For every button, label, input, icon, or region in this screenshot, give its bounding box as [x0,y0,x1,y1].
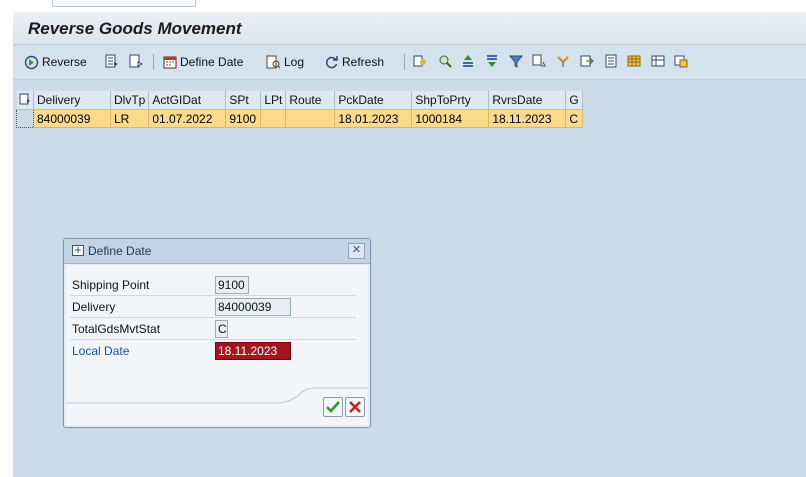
local-date-field[interactable]: 18.11.2023 [215,342,291,360]
log-icon [266,55,281,69]
reverse-icon [24,55,39,69]
field-label: Shipping Point [72,278,150,292]
grid-header-row: Delivery DlvTp ActGIDat SPt LPt Route Pc… [16,91,583,110]
toolbar-separator [153,54,154,70]
cancel-x-icon [349,401,361,413]
table-cell[interactable]: 9100 [225,109,262,128]
select-all-icon[interactable] [105,54,119,68]
filter-icon[interactable] [509,54,523,68]
subtotal-icon[interactable] [556,54,570,68]
dialog-title: Define Date [88,244,152,258]
reverse-label: Reverse [42,55,87,69]
field-label: Local Date [72,344,130,358]
delivery-field[interactable]: 84000039 [215,298,291,316]
dialog-window-icon [72,245,84,256]
shipping-point-field[interactable]: 9100 [215,276,249,294]
sap-screen: Reverse Goods Movement Reverse Define Da… [13,12,806,477]
column-header[interactable]: DlvTp [110,91,150,110]
sort-descending-icon[interactable] [485,54,499,68]
field-row-total-gds-mvt-stat: TotalGdsMvtStat C [70,318,360,340]
field-row-delivery: Delivery 84000039 [70,296,360,318]
row-selector[interactable] [16,109,34,128]
field-label: Delivery [72,300,116,314]
total-gds-mvt-stat-field[interactable]: C [215,320,228,338]
application-toolbar: Reverse Define Date Log Refresh [13,45,806,80]
column-header[interactable]: Delivery [33,91,111,110]
define-date-dialog: Define Date ✕ Shipping Point 9100 Delive… [63,238,371,428]
log-label: Log [284,55,305,69]
field-label: TotalGdsMvtStat [72,322,161,336]
column-header[interactable]: ShpToPrty [411,91,490,110]
dialog-footer [66,387,368,427]
column-header[interactable]: SPt [225,91,262,110]
column-header[interactable]: ActGIDat [148,91,227,110]
sum-icon[interactable] [532,54,546,68]
details-icon[interactable] [413,54,427,68]
deselect-all-icon[interactable] [129,54,143,68]
define-date-label: Define Date [180,55,244,69]
table-cell[interactable] [260,109,287,128]
table-cell[interactable]: 84000039 [33,109,111,128]
column-header[interactable]: PckDate [334,91,413,110]
print-preview-icon[interactable] [604,54,618,68]
delivery-grid: Delivery DlvTp ActGIDat SPt LPt Route Pc… [16,91,583,128]
table-row[interactable]: 84000039 LR 01.07.2022 9100 18.01.2023 1… [16,109,583,128]
column-header[interactable]: Route [285,91,336,110]
refresh-label: Refresh [342,55,385,69]
dialog-title-bar[interactable]: Define Date ✕ [64,239,370,264]
calendar-icon [163,56,177,69]
column-header[interactable]: G [565,91,583,110]
refresh-button[interactable]: Refresh [324,53,384,71]
cancel-button[interactable] [345,397,365,417]
spreadsheet-icon[interactable] [627,54,641,68]
field-row-shipping-point: Shipping Point 9100 [70,274,360,296]
table-cell[interactable]: 18.11.2023 [488,109,567,128]
top-strip [0,0,806,12]
select-layout-icon[interactable] [674,54,688,68]
find-icon[interactable] [438,54,452,68]
reverse-button[interactable]: Reverse [24,53,87,71]
table-cell[interactable]: 1000184 [411,109,490,128]
checkmark-icon [326,401,340,413]
close-icon[interactable]: ✕ [348,243,365,259]
log-button[interactable]: Log [266,53,304,71]
sort-ascending-icon[interactable] [461,54,475,68]
change-layout-icon[interactable] [651,54,665,68]
select-all-column-icon[interactable] [16,91,34,110]
table-cell[interactable]: 18.01.2023 [334,109,413,128]
table-cell[interactable] [285,109,336,128]
refresh-icon [325,55,338,68]
define-date-button[interactable]: Define Date [163,53,243,71]
page-title: Reverse Goods Movement [28,19,242,38]
table-cell[interactable]: 01.07.2022 [148,109,227,128]
field-row-local-date: Local Date 18.11.2023 [70,340,360,362]
command-field[interactable] [52,0,196,7]
table-cell[interactable]: C [565,109,583,128]
column-header[interactable]: LPt [260,91,287,110]
toolbar-separator [404,54,405,70]
export-icon[interactable] [580,54,594,68]
title-bar: Reverse Goods Movement [13,12,806,45]
table-cell[interactable]: LR [110,109,150,128]
column-header[interactable]: RvrsDate [488,91,567,110]
confirm-button[interactable] [323,397,343,417]
